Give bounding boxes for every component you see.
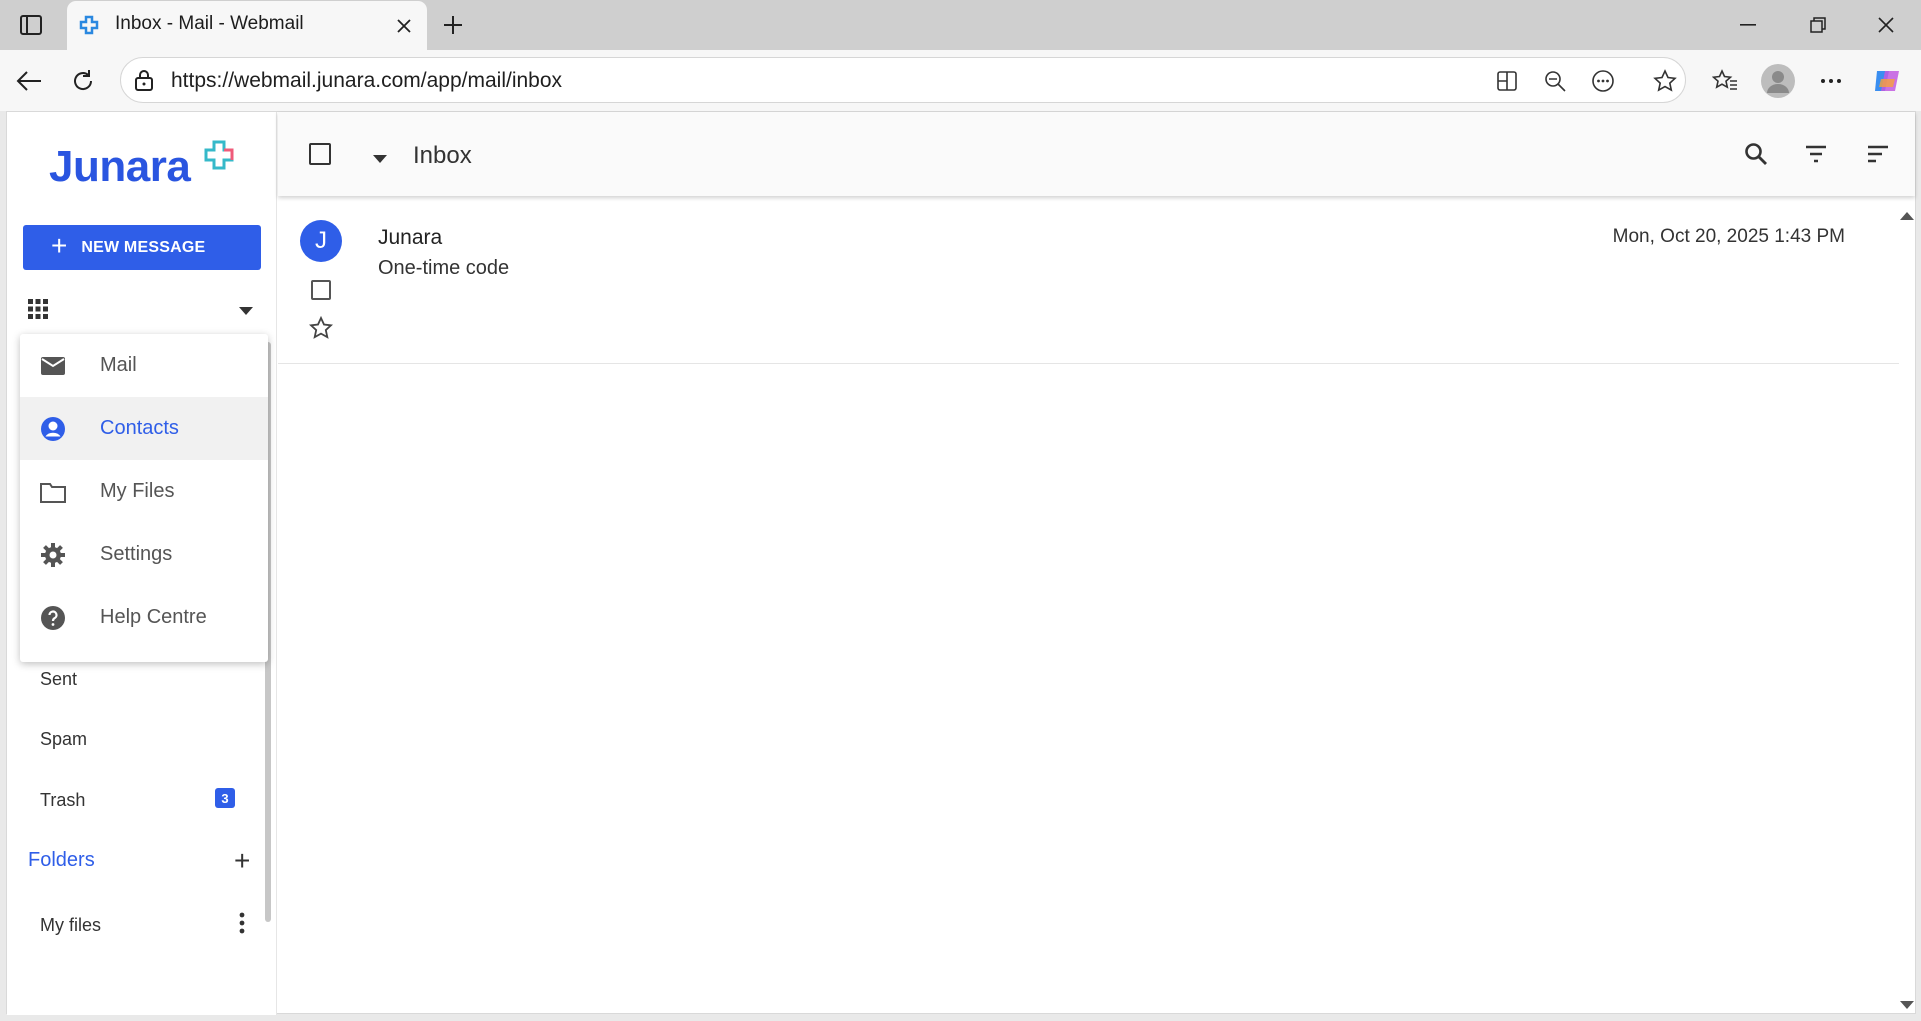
star-icon[interactable] xyxy=(308,315,334,345)
new-message-label: NEW MESSAGE xyxy=(81,238,206,256)
menu-item-label: Mail xyxy=(100,354,137,376)
message-date: Mon, Oct 20, 2025 1:43 PM xyxy=(1612,226,1845,247)
mail-toolbar: Inbox xyxy=(278,112,1915,196)
minimize-icon[interactable] xyxy=(1730,10,1766,40)
sidebar-item-spam[interactable]: Spam xyxy=(40,729,87,750)
select-options-chevron-icon[interactable] xyxy=(373,150,387,168)
profile-avatar-icon[interactable] xyxy=(1759,62,1797,100)
zoom-out-icon[interactable] xyxy=(1541,67,1569,95)
app-switcher-menu: Mail Contacts My Files Settings Help Cen… xyxy=(20,334,268,662)
add-folder-button[interactable]: + xyxy=(234,847,250,875)
menu-item-label: Help Centre xyxy=(100,606,207,628)
split-screen-icon[interactable] xyxy=(1493,67,1521,95)
webmail-page: Junara + NEW MESSAGE Sent Spam Trash 3 F… xyxy=(6,111,1916,1015)
logo-cross-icon xyxy=(204,140,234,175)
restore-icon[interactable] xyxy=(1800,10,1836,40)
settings-more-icon[interactable] xyxy=(1814,64,1848,98)
copilot-icon[interactable] xyxy=(1868,62,1906,100)
menu-item-label: Contacts xyxy=(100,417,179,439)
close-window-icon[interactable] xyxy=(1868,10,1904,40)
browser-tab-bar: Inbox - Mail - Webmail xyxy=(0,0,1921,50)
help-icon xyxy=(40,605,66,631)
apps-grid-icon[interactable] xyxy=(27,298,49,325)
browser-tab-active[interactable]: Inbox - Mail - Webmail xyxy=(67,1,427,50)
folder-icon xyxy=(40,479,66,505)
junara-logo[interactable]: Junara xyxy=(49,140,234,192)
close-tab-icon[interactable] xyxy=(389,11,419,41)
message-subject: One-time code xyxy=(378,257,510,279)
menu-item-help-centre[interactable]: Help Centre xyxy=(20,586,268,649)
folder-item-my-files[interactable]: My files xyxy=(40,915,101,936)
menu-item-label: My Files xyxy=(100,480,175,502)
browser-toolbar: https://webmail.junara.com/app/mail/inbo… xyxy=(0,50,1921,111)
logo-text: Junara xyxy=(49,142,191,191)
tab-title: Inbox - Mail - Webmail xyxy=(115,13,304,34)
select-all-checkbox[interactable] xyxy=(309,143,331,165)
menu-item-mail[interactable]: Mail xyxy=(20,334,268,397)
mail-main: Inbox J Junara One-time code Mon, Oct 20… xyxy=(278,112,1915,1015)
favorite-star-icon[interactable] xyxy=(1651,67,1679,95)
menu-item-settings[interactable]: Settings xyxy=(20,523,268,586)
new-message-button[interactable]: + NEW MESSAGE xyxy=(23,225,261,270)
gear-icon xyxy=(40,542,66,568)
scroll-up-arrow-icon[interactable] xyxy=(1900,207,1914,225)
sort-icon[interactable] xyxy=(1866,142,1890,171)
sidebar: Junara + NEW MESSAGE Sent Spam Trash 3 F… xyxy=(7,112,277,1015)
sidebar-item-sent[interactable]: Sent xyxy=(40,669,77,690)
message-list-item[interactable]: J Junara One-time code Mon, Oct 20, 2025… xyxy=(278,196,1899,364)
back-icon[interactable] xyxy=(12,64,46,98)
search-icon[interactable] xyxy=(1744,142,1768,171)
sidebar-item-trash[interactable]: Trash xyxy=(40,790,85,811)
tab-actions-icon[interactable] xyxy=(14,10,48,40)
sender-avatar: J xyxy=(300,220,342,262)
menu-item-my-files[interactable]: My Files xyxy=(20,460,268,523)
reload-icon[interactable] xyxy=(66,64,100,98)
new-tab-icon[interactable] xyxy=(437,10,469,40)
menu-item-label: Settings xyxy=(100,543,173,565)
more-vertical-icon[interactable] xyxy=(239,912,245,939)
scroll-down-arrow-icon[interactable] xyxy=(1900,996,1914,1014)
lock-icon[interactable] xyxy=(133,69,155,96)
favicon-icon xyxy=(79,15,99,35)
trash-count-badge: 3 xyxy=(215,788,235,808)
page-title: Inbox xyxy=(413,142,472,169)
message-sender: Junara xyxy=(378,226,443,249)
folders-heading[interactable]: Folders xyxy=(28,849,95,872)
mail-icon xyxy=(40,353,66,379)
contacts-icon xyxy=(40,416,66,442)
filter-icon[interactable] xyxy=(1804,142,1828,171)
favorites-icon[interactable] xyxy=(1708,64,1742,98)
url-text[interactable]: https://webmail.junara.com/app/mail/inbo… xyxy=(171,69,562,93)
message-checkbox[interactable] xyxy=(311,280,331,300)
chevron-down-icon[interactable] xyxy=(239,302,253,320)
more-tools-icon[interactable] xyxy=(1589,67,1617,95)
address-bar[interactable]: https://webmail.junara.com/app/mail/inbo… xyxy=(120,57,1686,103)
plus-icon: + xyxy=(51,230,68,261)
menu-item-contacts[interactable]: Contacts xyxy=(20,397,268,460)
